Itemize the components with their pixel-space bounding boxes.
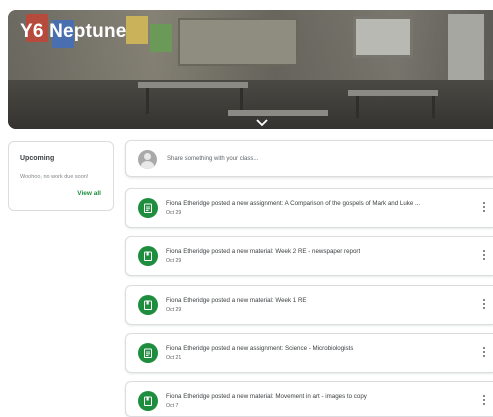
avatar bbox=[138, 150, 157, 169]
more-options-icon[interactable] bbox=[482, 395, 486, 407]
banner-floor bbox=[8, 80, 493, 129]
post-title[interactable]: Fiona Etheridge posted a new material: W… bbox=[166, 248, 360, 255]
announcement-composer[interactable]: Share something with your class... bbox=[125, 140, 493, 177]
avatar-head bbox=[144, 153, 151, 160]
class-banner: Y6 Neptune bbox=[8, 10, 493, 129]
post-date: Oct 29 bbox=[166, 210, 182, 216]
banner-window bbox=[353, 16, 413, 58]
stream-post[interactable]: Fiona Etheridge posted a new material: W… bbox=[125, 236, 493, 276]
upcoming-card: Upcoming Woohoo, no work due soon! View … bbox=[8, 141, 114, 211]
banner-desk-leg bbox=[146, 88, 149, 114]
avatar-body bbox=[141, 161, 154, 169]
more-options-icon[interactable] bbox=[482, 299, 486, 311]
view-all-link[interactable]: View all bbox=[77, 190, 101, 197]
material-icon bbox=[138, 246, 158, 266]
banner-desk-leg bbox=[432, 96, 435, 118]
post-title[interactable]: Fiona Etheridge posted a new material: W… bbox=[166, 297, 307, 304]
post-title[interactable]: Fiona Etheridge posted a new assignment:… bbox=[166, 345, 353, 352]
stream-post[interactable]: Fiona Etheridge posted a new material: W… bbox=[125, 285, 493, 325]
more-options-icon[interactable] bbox=[482, 202, 486, 214]
post-date: Oct 7 bbox=[166, 403, 179, 409]
banner-board bbox=[178, 18, 298, 66]
post-title[interactable]: Fiona Etheridge posted a new assignment:… bbox=[166, 200, 420, 207]
post-date: Oct 21 bbox=[166, 355, 182, 361]
upcoming-heading: Upcoming bbox=[20, 155, 55, 162]
post-title[interactable]: Fiona Etheridge posted a new material: M… bbox=[166, 393, 367, 400]
assignment-icon bbox=[138, 343, 158, 363]
banner-poster bbox=[126, 16, 148, 44]
banner-desk bbox=[348, 90, 438, 96]
banner-desk bbox=[138, 82, 248, 88]
banner-poster bbox=[150, 24, 172, 52]
material-icon bbox=[138, 295, 158, 315]
banner-desk bbox=[228, 110, 328, 116]
post-date: Oct 29 bbox=[166, 258, 182, 264]
assignment-icon bbox=[138, 198, 158, 218]
composer-placeholder: Share something with your class... bbox=[167, 156, 259, 162]
stream-post[interactable]: Fiona Etheridge posted a new assignment:… bbox=[125, 333, 493, 373]
chevron-down-icon[interactable] bbox=[256, 119, 268, 127]
banner-desk-leg bbox=[356, 96, 359, 118]
post-date: Oct 29 bbox=[166, 307, 182, 313]
material-icon bbox=[138, 391, 158, 411]
more-options-icon[interactable] bbox=[482, 347, 486, 359]
stream-post[interactable]: Fiona Etheridge posted a new assignment:… bbox=[125, 188, 493, 228]
class-title: Y6 Neptune bbox=[20, 21, 127, 42]
stream-post[interactable]: Fiona Etheridge posted a new material: M… bbox=[125, 381, 493, 417]
more-options-icon[interactable] bbox=[482, 250, 486, 262]
upcoming-empty-text: Woohoo, no work due soon! bbox=[20, 174, 89, 180]
